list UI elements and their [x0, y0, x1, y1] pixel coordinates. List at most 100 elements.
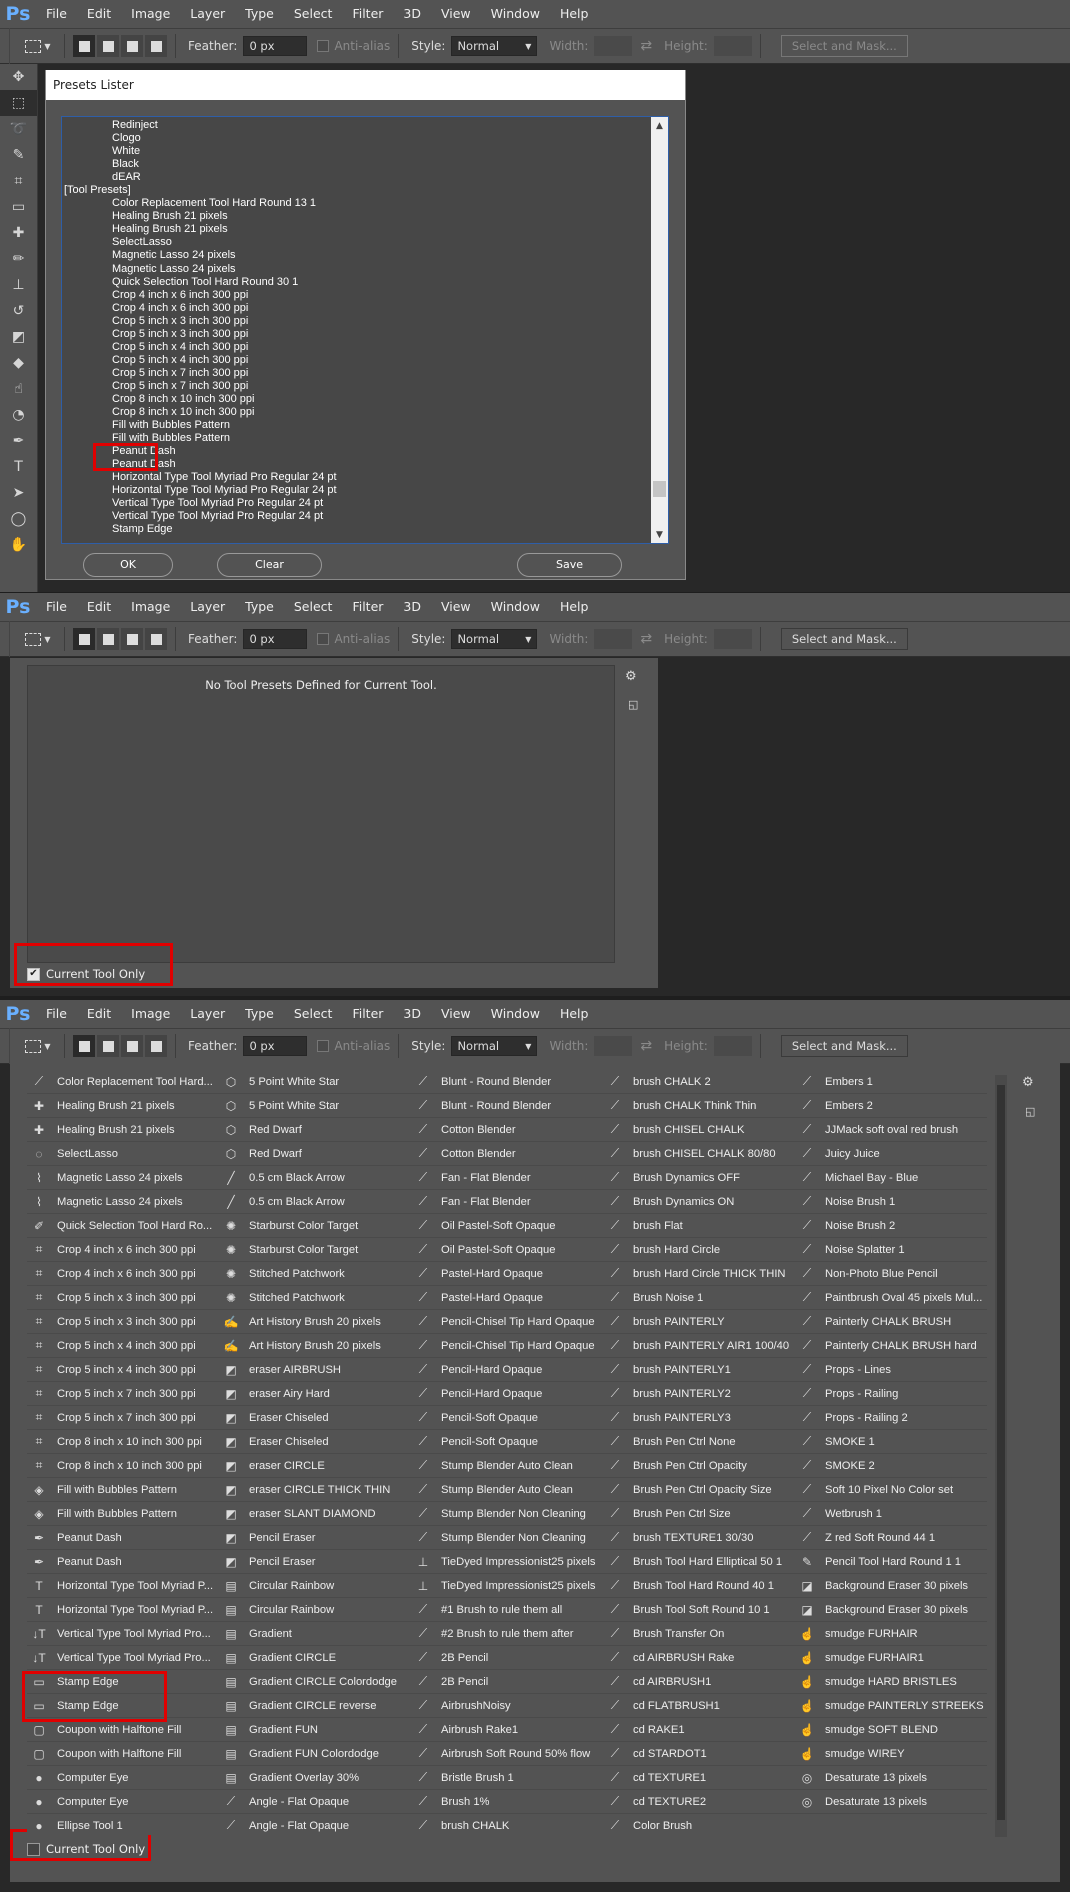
preset-line[interactable]: Crop 5 inch x 4 inch 300 ppi: [64, 354, 644, 367]
preset-line[interactable]: Magnetic Lasso 24 pixels: [64, 249, 644, 262]
select-and-mask-button[interactable]: Select and Mask...: [780, 1035, 908, 1057]
subtract-selection-button[interactable]: [121, 628, 143, 650]
preset-item[interactable]: ⟋ Bristle Brush 1: [411, 1766, 603, 1790]
preset-item[interactable]: ✺ Starburst Color Target: [219, 1238, 411, 1262]
menu-filter[interactable]: Filter: [342, 0, 393, 28]
preset-item[interactable]: ⟋ brush PAINTERLY: [603, 1310, 795, 1334]
preset-item[interactable]: ↓T Vertical Type Tool Myriad Pro...: [27, 1622, 219, 1646]
preset-item[interactable]: ⟋ Embers 2: [795, 1094, 987, 1118]
preset-item[interactable]: ✍ Art History Brush 20 pixels: [219, 1310, 411, 1334]
preset-item[interactable]: ✺ Starburst Color Target: [219, 1214, 411, 1238]
preset-line[interactable]: Color Replacement Tool Hard Round 13 1: [64, 197, 644, 210]
preset-item[interactable]: ⟋ brush CHISEL CHALK: [603, 1118, 795, 1142]
preset-item[interactable]: ⟋ #1 Brush to rule them all: [411, 1598, 603, 1622]
new-selection-button[interactable]: [73, 35, 95, 57]
preset-item[interactable]: ⟋ Brush Tool Soft Round 10 1: [603, 1598, 795, 1622]
scroll-thumb[interactable]: [997, 1085, 1005, 1820]
preset-line[interactable]: Crop 4 inch x 6 inch 300 ppi: [64, 302, 644, 315]
preset-item[interactable]: ⟋ Z red Soft Round 44 1: [795, 1526, 987, 1550]
preset-item[interactable]: ⟋ cd AIRBRUSH1: [603, 1670, 795, 1694]
marquee-icon[interactable]: ⬚: [0, 90, 37, 116]
anti-alias-checkbox[interactable]: [317, 40, 330, 52]
pen-icon[interactable]: ✒: [0, 428, 37, 454]
preset-item[interactable]: ⟋ 2B Pencil: [411, 1646, 603, 1670]
preset-line[interactable]: Crop 8 inch x 10 inch 300 ppi: [64, 393, 644, 406]
menu-type[interactable]: Type: [235, 1000, 284, 1028]
preset-item[interactable]: ⟋ Color Brush: [603, 1814, 795, 1835]
preset-line[interactable]: Healing Brush 21 pixels: [64, 210, 644, 223]
stamp-icon[interactable]: ⊥: [0, 272, 37, 298]
smudge-icon[interactable]: ☝: [0, 376, 37, 402]
preset-item[interactable]: ● Ellipse Tool 1: [27, 1814, 219, 1835]
preset-item[interactable]: ⟋ Stump Blender Auto Clean: [411, 1454, 603, 1478]
tool-preset-picker[interactable]: ▼: [20, 628, 56, 650]
ellipse-icon[interactable]: ◯: [0, 506, 37, 532]
eraser-icon[interactable]: ◩: [0, 324, 37, 350]
tool-preset-picker[interactable]: ▼: [20, 35, 56, 57]
preset-item[interactable]: ⟋ Airbrush Soft Round 50% flow: [411, 1742, 603, 1766]
path-selection-icon[interactable]: ➤: [0, 480, 37, 506]
swap-icon[interactable]: ⇄: [640, 631, 652, 647]
type-icon[interactable]: T: [0, 454, 37, 480]
menu-filter[interactable]: Filter: [342, 1000, 393, 1028]
preset-item[interactable]: ╱ 0.5 cm Black Arrow: [219, 1166, 411, 1190]
preset-item[interactable]: ⟋ Paintbrush Oval 45 pixels Mul...: [795, 1286, 987, 1310]
add-selection-button[interactable]: [97, 35, 119, 57]
preset-item[interactable]: ▤ Gradient Overlay 30%: [219, 1766, 411, 1790]
preset-item[interactable]: ⟋ brush Hard Circle THICK THIN: [603, 1262, 795, 1286]
preset-item[interactable]: ⟋ brush CHALK Think Thin: [603, 1094, 795, 1118]
preset-item[interactable]: ⟋ Painterly CHALK BRUSH: [795, 1310, 987, 1334]
presets-list[interactable]: Redinject Clogo White Black dEAR [Tool Preset…: [61, 116, 669, 544]
preset-item[interactable]: ▭ Stamp Edge: [27, 1670, 219, 1694]
preset-item[interactable]: ☝ smudge SOFT BLEND: [795, 1718, 987, 1742]
preset-line[interactable]: Peanut Dash: [64, 445, 644, 458]
hand-icon[interactable]: ✋: [0, 532, 37, 558]
preset-item[interactable]: ⬡ 5 Point White Star: [219, 1070, 411, 1094]
new-preset-icon[interactable]: ◱: [1025, 1105, 1035, 1118]
preset-item[interactable]: ⟋ Angle - Flat Opaque: [219, 1790, 411, 1814]
preset-item[interactable]: ▢ Coupon with Halftone Fill: [27, 1718, 219, 1742]
preset-item[interactable]: ⟋ cd STARDOT1: [603, 1742, 795, 1766]
preset-line[interactable]: Redinject: [64, 119, 644, 132]
preset-item[interactable]: ⟋ JJMack soft oval red brush: [795, 1118, 987, 1142]
preset-item[interactable]: ◪ Background Eraser 30 pixels: [795, 1574, 987, 1598]
options-grip[interactable]: [0, 1028, 10, 1064]
preset-item[interactable]: ☝ smudge WIREY: [795, 1742, 987, 1766]
options-grip[interactable]: [0, 28, 10, 64]
menu-select[interactable]: Select: [284, 1000, 343, 1028]
style-select[interactable]: Normal ▼: [451, 629, 538, 649]
preset-line[interactable]: Crop 4 inch x 6 inch 300 ppi: [64, 289, 644, 302]
preset-line[interactable]: Crop 5 inch x 7 inch 300 ppi: [64, 380, 644, 393]
add-selection-button[interactable]: [97, 1035, 119, 1057]
preset-item[interactable]: ⬡ Red Dwarf: [219, 1142, 411, 1166]
grid-scrollbar[interactable]: [995, 1075, 1007, 1837]
preset-line[interactable]: Crop 8 inch x 10 inch 300 ppi: [64, 406, 644, 419]
preset-item[interactable]: ▤ Gradient: [219, 1622, 411, 1646]
move-icon[interactable]: ✥: [0, 64, 37, 90]
preset-item[interactable]: ⟋ Pencil-Soft Opaque: [411, 1430, 603, 1454]
menu-help[interactable]: Help: [550, 0, 599, 28]
options-grip[interactable]: [0, 621, 10, 657]
preset-item[interactable]: ⟋ Brush Pen Ctrl Size: [603, 1502, 795, 1526]
preset-line[interactable]: Stamp Edge: [64, 523, 644, 536]
preset-item[interactable]: ◩ eraser AIRBRUSH: [219, 1358, 411, 1382]
ok-button[interactable]: OK: [83, 553, 173, 577]
preset-item[interactable]: ⟋ Pencil-Hard Opaque: [411, 1382, 603, 1406]
preset-item[interactable]: ⟋ Cotton Blender: [411, 1118, 603, 1142]
preset-item[interactable]: ◌ SelectLasso: [27, 1142, 219, 1166]
preset-line[interactable]: Fill with Bubbles Pattern: [64, 419, 644, 432]
preset-item[interactable]: ⟋ cd FLATBRUSH1: [603, 1694, 795, 1718]
preset-line[interactable]: Clogo: [64, 132, 644, 145]
height-input[interactable]: [713, 36, 752, 56]
preset-item[interactable]: ⌗ Crop 5 inch x 4 inch 300 ppi: [27, 1334, 219, 1358]
preset-line[interactable]: Crop 5 inch x 7 inch 300 ppi: [64, 367, 644, 380]
preset-item[interactable]: ⟋ Embers 1: [795, 1070, 987, 1094]
preset-item[interactable]: ╱ 0.5 cm Black Arrow: [219, 1190, 411, 1214]
menu-image[interactable]: Image: [121, 1000, 180, 1028]
preset-item[interactable]: ◩ eraser Airy Hard: [219, 1382, 411, 1406]
style-select[interactable]: Normal ▼: [451, 1036, 538, 1056]
preset-item[interactable]: ◎ Desaturate 13 pixels: [795, 1790, 987, 1814]
select-and-mask-button[interactable]: Select and Mask...: [780, 628, 908, 650]
height-input[interactable]: [713, 629, 752, 649]
menu-3d[interactable]: 3D: [393, 593, 431, 621]
